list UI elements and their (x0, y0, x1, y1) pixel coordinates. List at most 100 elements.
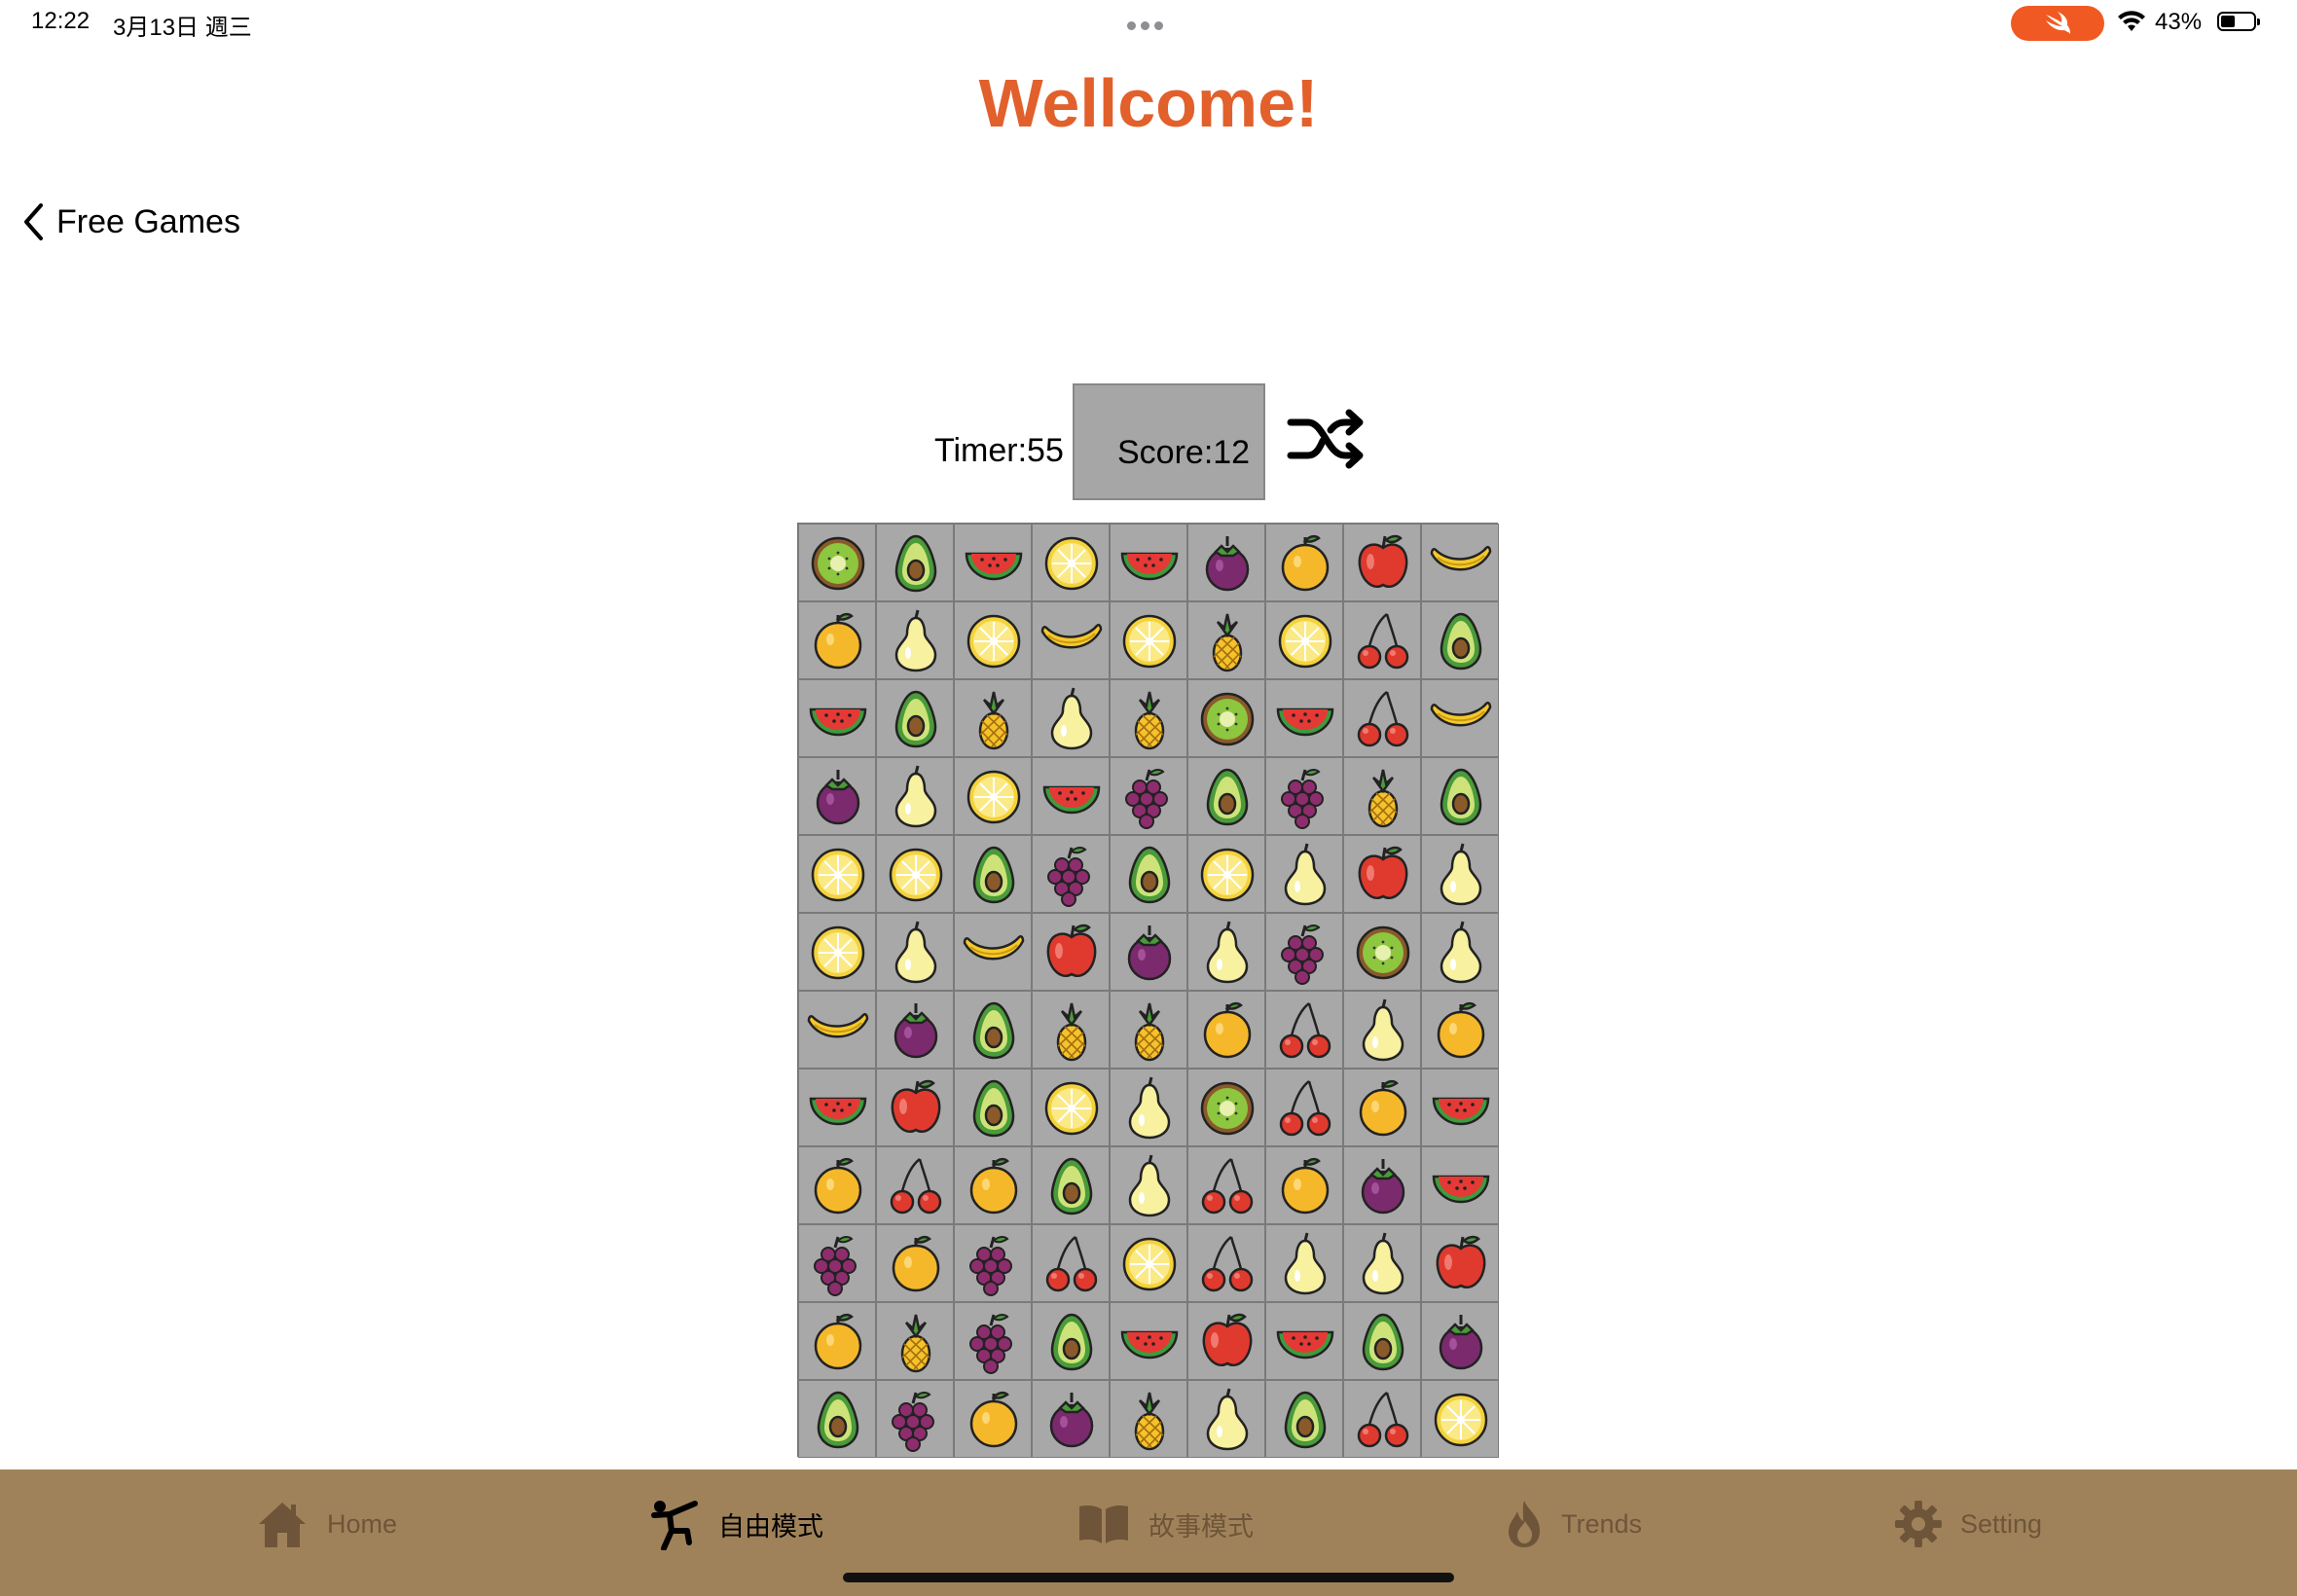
board-tile-banana[interactable] (1421, 679, 1499, 757)
tab-free-mode[interactable]: 自由模式 (650, 1497, 823, 1551)
board-tile-orange[interactable] (798, 601, 876, 679)
board-tile-orange[interactable] (954, 1380, 1032, 1458)
board-tile-lemon[interactable] (954, 601, 1032, 679)
board-tile-avocado[interactable] (876, 679, 954, 757)
board-tile-watermelon[interactable] (1110, 524, 1187, 601)
board-tile-cherry[interactable] (1187, 1146, 1265, 1224)
board-tile-mangosteen[interactable] (798, 757, 876, 835)
board-tile-avocado[interactable] (954, 991, 1032, 1069)
board-tile-kiwi[interactable] (1343, 913, 1421, 991)
board-tile-cherry[interactable] (876, 1146, 954, 1224)
board-tile-orange[interactable] (954, 1146, 1032, 1224)
board-tile-pear[interactable] (1343, 1224, 1421, 1302)
board-tile-cherry[interactable] (1265, 1069, 1343, 1146)
board-tile-apple[interactable] (876, 1069, 954, 1146)
board-tile-pear[interactable] (876, 913, 954, 991)
tab-story-mode[interactable]: 故事模式 (1076, 1497, 1254, 1551)
board-tile-lemon[interactable] (1187, 835, 1265, 913)
board-tile-avocado[interactable] (954, 1069, 1032, 1146)
board-tile-pear[interactable] (1187, 1380, 1265, 1458)
board-tile-pear[interactable] (1265, 1224, 1343, 1302)
board-tile-avocado[interactable] (1032, 1146, 1110, 1224)
board-tile-lemon[interactable] (1265, 601, 1343, 679)
board-tile-pear[interactable] (1110, 1146, 1187, 1224)
board-tile-avocado[interactable] (798, 1380, 876, 1458)
board-tile-lemon[interactable] (798, 835, 876, 913)
board-tile-grape[interactable] (1265, 757, 1343, 835)
board-tile-pear[interactable] (876, 757, 954, 835)
board-tile-avocado[interactable] (876, 524, 954, 601)
board-tile-orange[interactable] (1343, 1069, 1421, 1146)
board-tile-apple[interactable] (1421, 1224, 1499, 1302)
board-tile-pear[interactable] (1032, 679, 1110, 757)
board-tile-avocado[interactable] (954, 835, 1032, 913)
board-tile-grape[interactable] (954, 1224, 1032, 1302)
tab-setting[interactable]: Setting (1894, 1497, 2042, 1551)
board-tile-orange[interactable] (798, 1302, 876, 1380)
board-tile-pear[interactable] (876, 601, 954, 679)
back-button[interactable]: Free Games (21, 200, 240, 243)
board-tile-mangosteen[interactable] (1032, 1380, 1110, 1458)
board-tile-watermelon[interactable] (1032, 757, 1110, 835)
shuffle-button[interactable] (1287, 405, 1367, 473)
board-tile-pineapple[interactable] (876, 1302, 954, 1380)
board-tile-grape[interactable] (798, 1224, 876, 1302)
board-tile-cherry[interactable] (1343, 1380, 1421, 1458)
board-tile-grape[interactable] (1110, 757, 1187, 835)
board-tile-lemon[interactable] (1110, 601, 1187, 679)
board-tile-apple[interactable] (1032, 913, 1110, 991)
board-tile-banana[interactable] (1032, 601, 1110, 679)
board-tile-watermelon[interactable] (1265, 679, 1343, 757)
board-tile-pineapple[interactable] (1110, 1380, 1187, 1458)
board-tile-cherry[interactable] (1265, 991, 1343, 1069)
board-tile-mangosteen[interactable] (1187, 524, 1265, 601)
board-tile-mangosteen[interactable] (1110, 913, 1187, 991)
board-tile-orange[interactable] (876, 1224, 954, 1302)
board-tile-watermelon[interactable] (798, 679, 876, 757)
board-tile-avocado[interactable] (1343, 1302, 1421, 1380)
board-tile-watermelon[interactable] (1421, 1146, 1499, 1224)
board-tile-pear[interactable] (1110, 1069, 1187, 1146)
board-tile-grape[interactable] (1265, 913, 1343, 991)
board-tile-pineapple[interactable] (1032, 991, 1110, 1069)
board-tile-orange[interactable] (1187, 991, 1265, 1069)
board-tile-cherry[interactable] (1032, 1224, 1110, 1302)
board-tile-mangosteen[interactable] (1343, 1146, 1421, 1224)
board-tile-avocado[interactable] (1187, 757, 1265, 835)
board-tile-orange[interactable] (798, 1146, 876, 1224)
board-tile-grape[interactable] (876, 1380, 954, 1458)
board-tile-watermelon[interactable] (1110, 1302, 1187, 1380)
board-tile-pear[interactable] (1421, 913, 1499, 991)
board-tile-orange[interactable] (1421, 991, 1499, 1069)
board-tile-lemon[interactable] (954, 757, 1032, 835)
board-tile-avocado[interactable] (1265, 1380, 1343, 1458)
board-tile-pear[interactable] (1421, 835, 1499, 913)
board-tile-lemon[interactable] (798, 913, 876, 991)
board-tile-cherry[interactable] (1343, 601, 1421, 679)
board-tile-lemon[interactable] (1032, 1069, 1110, 1146)
board-tile-pear[interactable] (1265, 835, 1343, 913)
board-tile-pineapple[interactable] (954, 679, 1032, 757)
board-tile-apple[interactable] (1187, 1302, 1265, 1380)
board-tile-kiwi[interactable] (1187, 679, 1265, 757)
board-tile-pineapple[interactable] (1110, 991, 1187, 1069)
board-tile-pineapple[interactable] (1110, 679, 1187, 757)
board-tile-pear[interactable] (1343, 991, 1421, 1069)
board-tile-mangosteen[interactable] (1421, 1302, 1499, 1380)
board-tile-watermelon[interactable] (1265, 1302, 1343, 1380)
board-tile-grape[interactable] (1032, 835, 1110, 913)
board-tile-banana[interactable] (798, 991, 876, 1069)
board-tile-mangosteen[interactable] (876, 991, 954, 1069)
board-tile-apple[interactable] (1343, 524, 1421, 601)
board-tile-avocado[interactable] (1421, 601, 1499, 679)
board-tile-watermelon[interactable] (798, 1069, 876, 1146)
board-tile-avocado[interactable] (1032, 1302, 1110, 1380)
board-tile-cherry[interactable] (1343, 679, 1421, 757)
board-tile-banana[interactable] (954, 913, 1032, 991)
board-tile-pineapple[interactable] (1187, 601, 1265, 679)
board-tile-lemon[interactable] (1421, 1380, 1499, 1458)
multitasking-dots-icon[interactable] (1127, 18, 1170, 30)
board-tile-kiwi[interactable] (1187, 1069, 1265, 1146)
board-tile-banana[interactable] (1421, 524, 1499, 601)
home-indicator[interactable] (843, 1573, 1454, 1582)
